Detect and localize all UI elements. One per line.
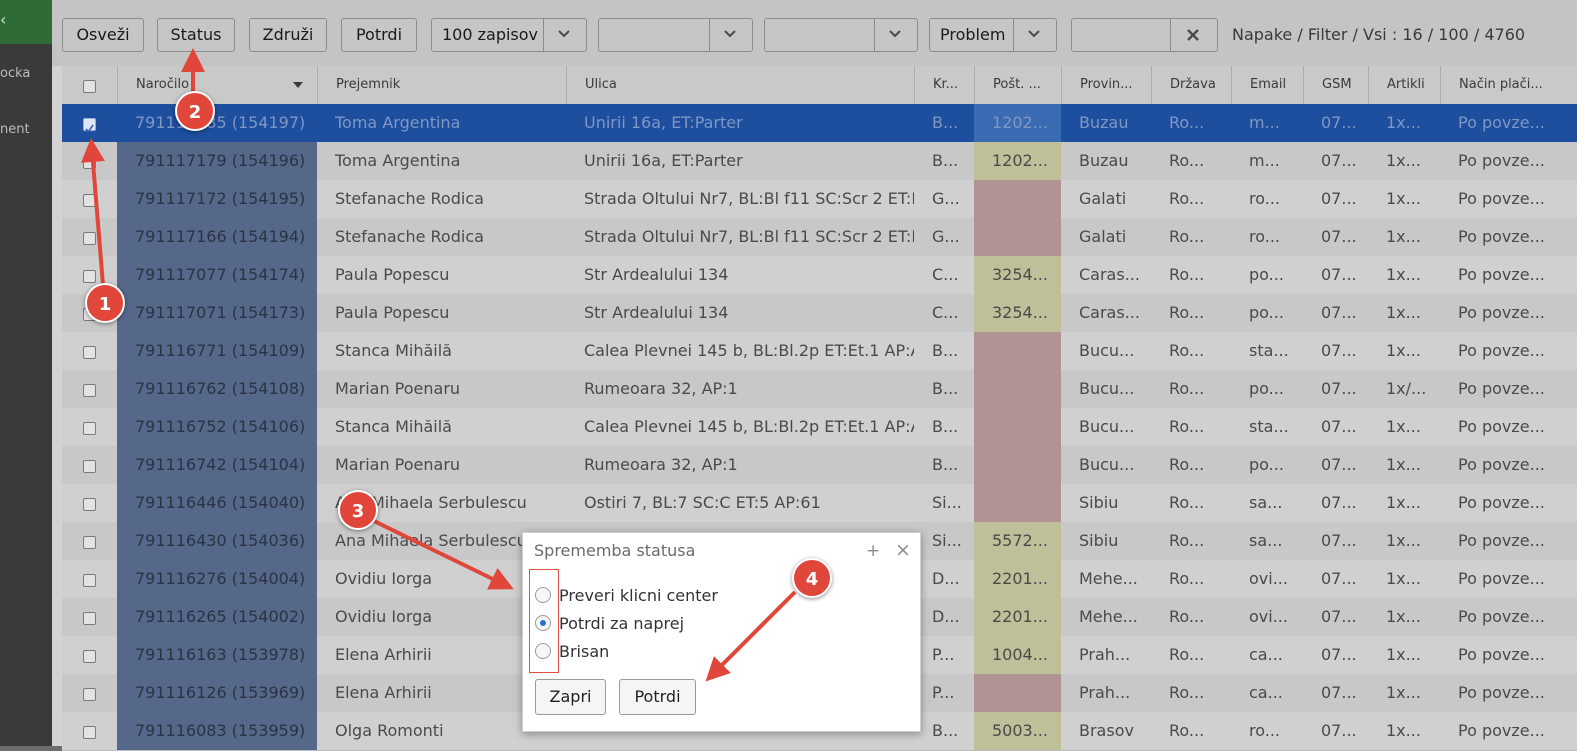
annotation-arrows: [81, 48, 797, 682]
arrow-4: [705, 590, 797, 682]
arrow-1: [81, 138, 105, 286]
annotation-badge-2: 2: [175, 91, 215, 131]
annotation-badge-1: 1: [85, 283, 125, 323]
annotation-badge-4: 4: [792, 558, 832, 598]
annotation-badge-3: 3: [338, 490, 378, 530]
arrow-3: [373, 519, 514, 590]
